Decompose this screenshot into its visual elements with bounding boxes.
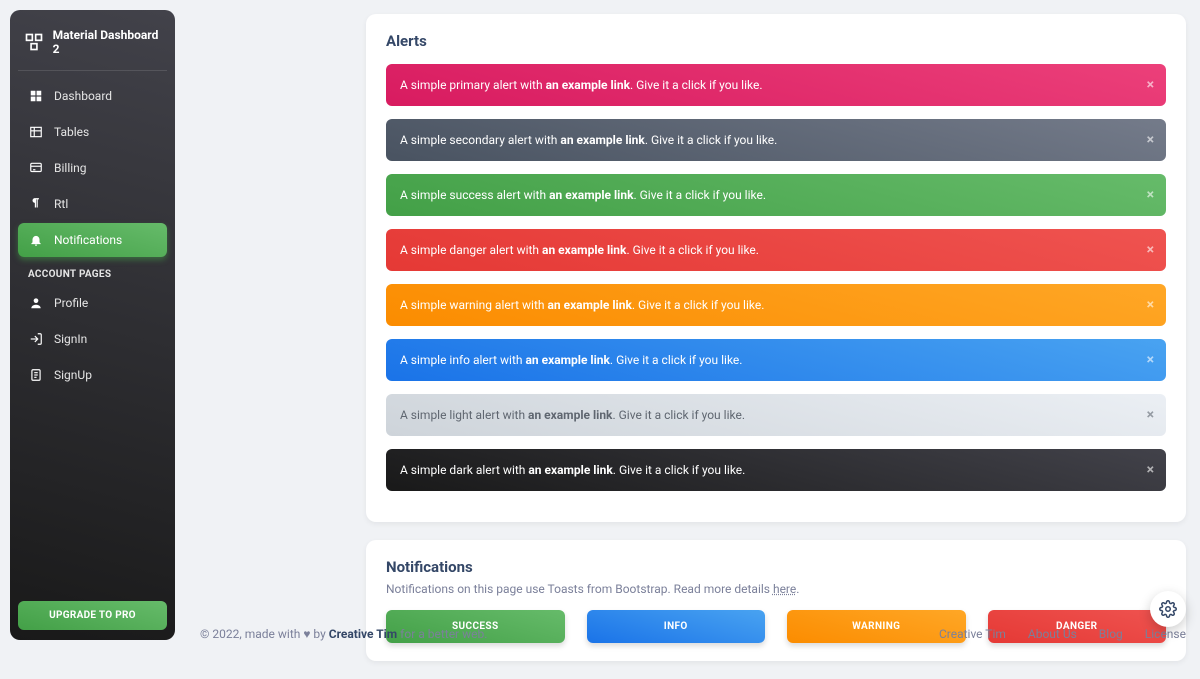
alerts-list: A simple primary alert with an example l… [386,64,1166,491]
sidebar-item-dashboard[interactable]: Dashboard [18,79,167,113]
settings-fab[interactable] [1150,591,1186,627]
close-icon[interactable]: × [1147,77,1154,93]
alert-text-pre: A simple info alert with [400,353,526,367]
alert-text-trail: . Give it a click if you like. [626,243,759,257]
sidebar-item-label: Billing [54,161,87,175]
sidebar-item-billing[interactable]: Billing [18,151,167,185]
close-icon[interactable]: × [1147,462,1154,478]
sidebar-item-label: Rtl [54,197,68,211]
notifications-icon [28,232,44,248]
alert-text-trail: . Give it a click if you like. [632,298,765,312]
alert-text-pre: A simple warning alert with [400,298,547,312]
notifications-title: Notifications [386,558,1166,576]
notifications-here-link[interactable]: here [773,582,796,596]
alert-example-link[interactable]: an example link [542,243,626,257]
alert-example-link[interactable]: an example link [560,133,644,147]
close-icon[interactable]: × [1147,187,1154,203]
footer-link[interactable]: Creative Tim [939,627,1006,641]
alert-secondary: A simple secondary alert with an example… [386,119,1166,161]
close-icon[interactable]: × [1147,132,1154,148]
dashboard-icon [28,88,44,104]
sidebar-item-profile[interactable]: Profile [18,286,167,320]
footer: © 2022, made with ♥ by Creative Tim for … [200,627,1186,641]
alert-text-pre: A simple success alert with [400,188,549,202]
sidebar-item-notifications[interactable]: Notifications [18,223,167,257]
gear-icon [1159,600,1177,618]
alert-warning: A simple warning alert with an example l… [386,284,1166,326]
sidebar-item-rtl[interactable]: Rtl [18,187,167,221]
alert-text-trail: . Give it a click if you like. [630,78,763,92]
alert-text-pre: A simple dark alert with [400,463,528,477]
close-icon[interactable]: × [1147,407,1154,423]
alert-primary: A simple primary alert with an example l… [386,64,1166,106]
rtl-icon [28,196,44,212]
upgrade-button[interactable]: UPGRADE TO PRO [18,601,167,630]
profile-icon [28,295,44,311]
alert-info: A simple info alert with an example link… [386,339,1166,381]
alert-text-pre: A simple primary alert with [400,78,546,92]
alert-light: A simple light alert with an example lin… [386,394,1166,436]
brand: Material Dashboard 2 [18,20,167,71]
alerts-title: Alerts [386,32,1166,50]
signin-icon [28,331,44,347]
sidebar-item-label: SignIn [54,332,87,346]
alert-text-trail: . Give it a click if you like. [612,408,745,422]
sidebar-item-label: SignUp [54,368,92,382]
alert-danger: A simple danger alert with an example li… [386,229,1166,271]
alert-example-link[interactable]: an example link [549,188,633,202]
sidebar: Material Dashboard 2 Dashboard Tables Bi… [10,10,175,640]
close-icon[interactable]: × [1147,242,1154,258]
footer-author[interactable]: Creative Tim [329,627,397,641]
alerts-card: Alerts A simple primary alert with an ex… [366,14,1186,522]
alert-text-pre: A simple danger alert with [400,243,542,257]
alert-example-link[interactable]: an example link [547,298,631,312]
sidebar-item-label: Notifications [54,233,122,247]
footer-link[interactable]: License [1145,627,1186,641]
close-icon[interactable]: × [1147,352,1154,368]
footer-link[interactable]: About Us [1028,627,1077,641]
brand-logo-icon [24,31,45,53]
sidebar-item-tables[interactable]: Tables [18,115,167,149]
sidebar-item-signin[interactable]: SignIn [18,322,167,356]
alert-text-pre: A simple light alert with [400,408,528,422]
alert-example-link[interactable]: an example link [528,408,612,422]
close-icon[interactable]: × [1147,297,1154,313]
notifications-subtitle-pre: Notifications on this page use Toasts fr… [386,582,773,596]
sidebar-item-label: Tables [54,125,89,139]
signup-icon [28,367,44,383]
footer-copyright-pre: © 2022, made with [200,627,303,641]
sidebar-item-label: Dashboard [54,89,112,103]
billing-icon [28,160,44,176]
brand-title: Material Dashboard 2 [53,28,161,56]
alert-success: A simple success alert with an example l… [386,174,1166,216]
sidebar-item-label: Profile [54,296,88,310]
alert-example-link[interactable]: an example link [528,463,612,477]
alert-text-trail: . Give it a click if you like. [633,188,766,202]
alert-example-link[interactable]: an example link [526,353,610,367]
footer-trail: for a better web. [397,627,487,641]
footer-links: Creative Tim About Us Blog License [939,627,1186,641]
alert-dark: A simple dark alert with an example link… [386,449,1166,491]
footer-copyright: © 2022, made with ♥ by Creative Tim for … [200,627,487,641]
alert-text-pre: A simple secondary alert with [400,133,560,147]
sidebar-nav: Dashboard Tables Billing Rtl Notificatio… [18,79,167,392]
tables-icon [28,124,44,140]
alert-text-trail: . Give it a click if you like. [610,353,743,367]
alert-text-trail: . Give it a click if you like. [613,463,746,477]
alert-text-trail: . Give it a click if you like. [645,133,778,147]
main: Alerts A simple primary alert with an ex… [200,14,1186,679]
footer-by: by [310,627,328,641]
notifications-card: Notifications Notifications on this page… [366,540,1186,661]
notifications-subtitle: Notifications on this page use Toasts fr… [386,582,1166,596]
footer-link[interactable]: Blog [1099,627,1123,641]
alert-example-link[interactable]: an example link [546,78,630,92]
notifications-subtitle-post: . [796,582,799,596]
sidebar-section-label: ACCOUNT PAGES [18,259,167,284]
sidebar-item-signup[interactable]: SignUp [18,358,167,392]
